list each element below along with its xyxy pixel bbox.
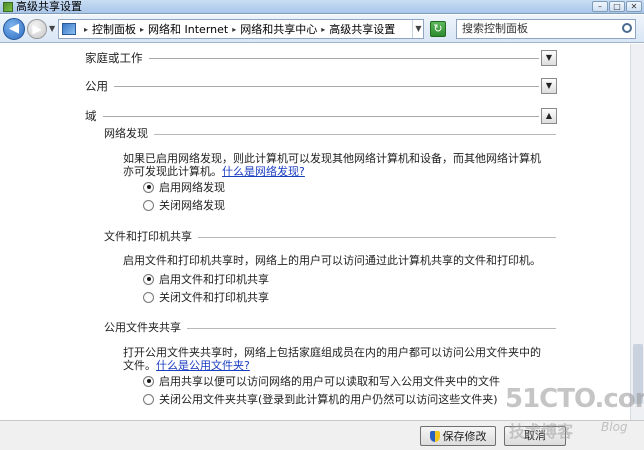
radio-button[interactable] (143, 291, 154, 303)
search-input[interactable]: 搜索控制面板 (456, 19, 636, 39)
network-discovery-help-link[interactable]: 什么是网络发现? (222, 165, 305, 178)
section-label: 域 (85, 108, 103, 124)
expand-icon[interactable]: ▼ (541, 78, 557, 94)
breadcrumb-network-internet[interactable]: 网络和 Internet (148, 21, 228, 37)
back-button[interactable]: ◀ (3, 18, 25, 40)
radio-button[interactable] (143, 393, 154, 405)
public-folder-sharing-heading: 公用文件夹共享 (104, 321, 556, 335)
radio-enable-public-folder-sharing[interactable]: 启用共享以便可以访问网络的用户可以读取和写入公用文件夹中的文件 (143, 374, 500, 388)
control-panel-icon (3, 2, 13, 12)
uac-shield-icon (429, 430, 440, 442)
radio-disable-file-printer-sharing[interactable]: 关闭文件和打印机共享 (143, 290, 269, 304)
button-bar: 保存修改 取消 (0, 420, 644, 450)
network-discovery-description: 如果已启用网络发现，则此计算机可以发现其他网络计算机和设备，而其他网络计算机亦可… (123, 152, 541, 178)
radio-enable-file-printer-sharing[interactable]: 启用文件和打印机共享 (143, 272, 269, 286)
radio-button[interactable] (143, 273, 154, 285)
address-bar: ◀ ▶ ▼ ▸ 控制面板 ▸ 网络和 Internet ▸ 网络和共享中心 ▸ … (0, 15, 644, 43)
chevron-right-icon[interactable]: ▸ (140, 25, 144, 34)
address-dropdown-icon[interactable]: ▼ (412, 20, 424, 38)
maximize-button[interactable]: □ (609, 1, 625, 12)
radio-disable-network-discovery[interactable]: 关闭网络发现 (143, 198, 225, 212)
chevron-right-icon[interactable]: ▸ (84, 25, 88, 34)
chevron-right-icon[interactable]: ▸ (232, 25, 236, 34)
network-discovery-heading: 网络发现 (104, 127, 556, 141)
radio-disable-public-folder-sharing[interactable]: 关闭公用文件夹共享(登录到此计算机的用户仍然可以访问这些文件夹) (143, 392, 498, 406)
section-home-work[interactable]: 家庭或工作 ▼ (85, 50, 557, 66)
radio-button[interactable] (143, 199, 154, 211)
history-dropdown-icon[interactable]: ▼ (49, 24, 55, 33)
section-public[interactable]: 公用 ▼ (85, 78, 557, 94)
radio-button[interactable] (143, 375, 154, 387)
file-printer-sharing-description: 启用文件和打印机共享时，网络上的用户可以访问通过此计算机共享的文件和打印机。 (123, 254, 541, 267)
radio-button[interactable] (143, 181, 154, 193)
forward-button[interactable]: ▶ (27, 19, 47, 39)
minimize-button[interactable]: – (592, 1, 608, 12)
window-controls: – □ ✕ (592, 1, 642, 13)
expand-icon[interactable]: ▼ (541, 50, 557, 66)
close-button[interactable]: ✕ (626, 1, 642, 12)
title-bar: 高级共享设置 – □ ✕ (0, 0, 644, 14)
section-domain[interactable]: 域 ▲ (85, 108, 557, 124)
cancel-button[interactable]: 取消 (504, 426, 566, 446)
section-label: 家庭或工作 (85, 50, 149, 66)
search-placeholder: 搜索控制面板 (462, 22, 528, 35)
public-folder-help-link[interactable]: 什么是公用文件夹? (156, 359, 250, 372)
file-printer-sharing-heading: 文件和打印机共享 (104, 230, 556, 244)
vertical-scrollbar[interactable] (630, 44, 644, 420)
window-title: 高级共享设置 (16, 0, 82, 13)
control-panel-icon (62, 23, 76, 35)
breadcrumb-network-sharing-center[interactable]: 网络和共享中心 (240, 21, 317, 37)
breadcrumb-control-panel[interactable]: 控制面板 (92, 21, 136, 37)
breadcrumb-advanced-sharing[interactable]: 高级共享设置 (329, 21, 395, 37)
search-icon[interactable] (622, 23, 632, 33)
radio-enable-network-discovery[interactable]: 启用网络发现 (143, 180, 225, 194)
collapse-icon[interactable]: ▲ (541, 108, 557, 124)
save-changes-button[interactable]: 保存修改 (420, 426, 496, 446)
section-label: 公用 (85, 78, 114, 94)
scrollbar-thumb[interactable] (633, 344, 643, 404)
public-folder-sharing-description: 打开公用文件夹共享时，网络上包括家庭组成员在内的用户都可以访问公用文件夹中的文件… (123, 346, 541, 372)
breadcrumb[interactable]: ▸ 控制面板 ▸ 网络和 Internet ▸ 网络和共享中心 ▸ 高级共享设置 (58, 19, 424, 39)
refresh-button[interactable]: ↻ (430, 21, 446, 37)
chevron-right-icon[interactable]: ▸ (321, 25, 325, 34)
